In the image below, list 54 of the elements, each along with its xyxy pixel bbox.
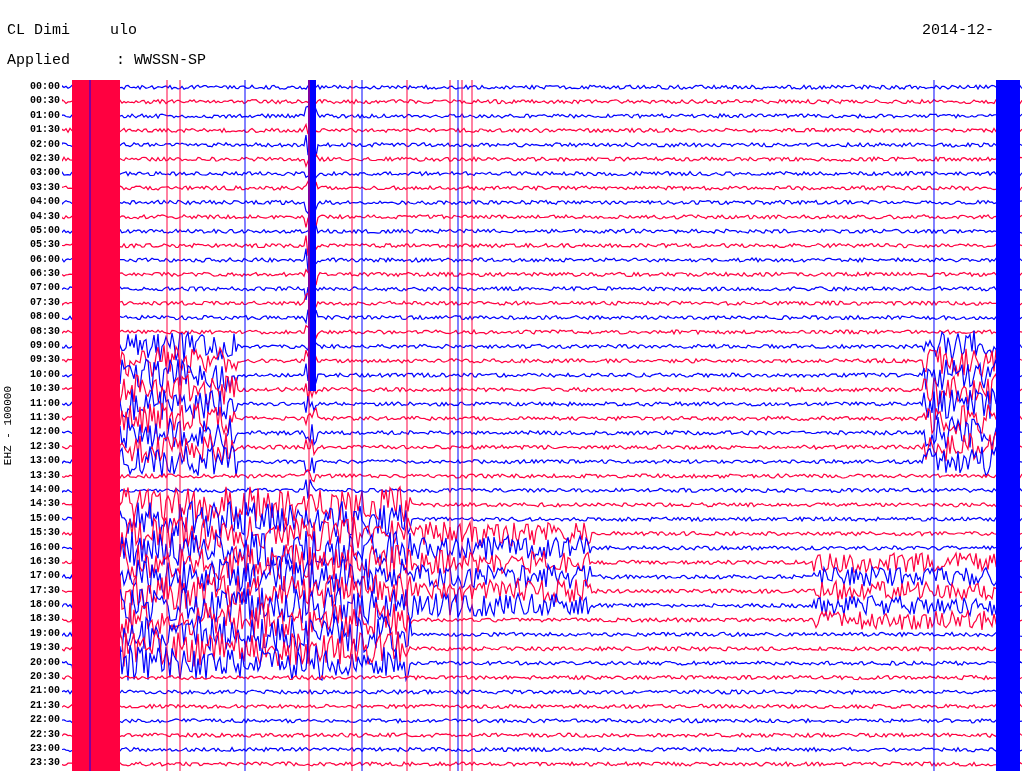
time-label: 07:30 bbox=[30, 295, 60, 310]
time-label: 10:00 bbox=[30, 367, 60, 382]
time-label: 18:00 bbox=[30, 598, 60, 613]
station-title: CL Dimi bbox=[7, 22, 70, 39]
time-label: 18:30 bbox=[30, 612, 60, 627]
time-label: 05:30 bbox=[30, 238, 60, 253]
time-label: 22:00 bbox=[30, 713, 60, 728]
time-label: 01:30 bbox=[30, 123, 60, 138]
time-label: 00:00 bbox=[30, 80, 60, 94]
time-label: 17:30 bbox=[30, 583, 60, 598]
time-label: 15:30 bbox=[30, 526, 60, 541]
time-label: 05:00 bbox=[30, 223, 60, 238]
time-label: 11:00 bbox=[30, 396, 60, 411]
time-label: 08:30 bbox=[30, 324, 60, 339]
time-label: 09:00 bbox=[30, 339, 60, 354]
time-label: 21:30 bbox=[30, 698, 60, 713]
time-label: 02:00 bbox=[30, 137, 60, 152]
time-label: 22:30 bbox=[30, 727, 60, 742]
time-label: 17:00 bbox=[30, 569, 60, 584]
time-label: 10:30 bbox=[30, 382, 60, 397]
time-label: 04:00 bbox=[30, 195, 60, 210]
time-label: 16:00 bbox=[30, 540, 60, 555]
time-label: 01:00 bbox=[30, 108, 60, 123]
time-label: 19:00 bbox=[30, 626, 60, 641]
time-label: 06:30 bbox=[30, 267, 60, 282]
time-label: 04:30 bbox=[30, 209, 60, 224]
time-label: 09:30 bbox=[30, 353, 60, 368]
time-label: 15:00 bbox=[30, 511, 60, 526]
time-label: 11:30 bbox=[30, 411, 60, 425]
time-label: 16:30 bbox=[30, 554, 60, 569]
time-label: 21:00 bbox=[30, 684, 60, 699]
time-label: 12:00 bbox=[30, 425, 60, 440]
time-label: 07:00 bbox=[30, 281, 60, 296]
time-label: 13:30 bbox=[30, 468, 60, 483]
time-label: 13:00 bbox=[30, 454, 60, 469]
filter-label: Applied bbox=[7, 52, 70, 69]
time-label: 19:30 bbox=[30, 641, 60, 656]
date-label: 2014-12- bbox=[922, 22, 994, 39]
time-label: 03:00 bbox=[30, 166, 60, 181]
time-label: 00:30 bbox=[30, 94, 60, 109]
time-label: 23:00 bbox=[30, 741, 60, 756]
time-label: 14:30 bbox=[30, 497, 60, 512]
channel-label: EHZ - 100000 bbox=[2, 386, 14, 466]
time-label: 06:00 bbox=[30, 252, 60, 267]
station-title: ulo bbox=[110, 22, 138, 39]
time-label: 20:00 bbox=[30, 655, 60, 670]
time-label: 23:30 bbox=[30, 756, 60, 771]
filter-name: : WWSSN-SP bbox=[116, 52, 207, 69]
time-label: 02:30 bbox=[30, 151, 60, 166]
time-label: 20:30 bbox=[30, 670, 60, 684]
time-label: 03:30 bbox=[30, 180, 60, 195]
time-label: 12:30 bbox=[30, 439, 60, 454]
time-label: 14:00 bbox=[30, 482, 60, 497]
time-label: 08:00 bbox=[30, 310, 60, 325]
